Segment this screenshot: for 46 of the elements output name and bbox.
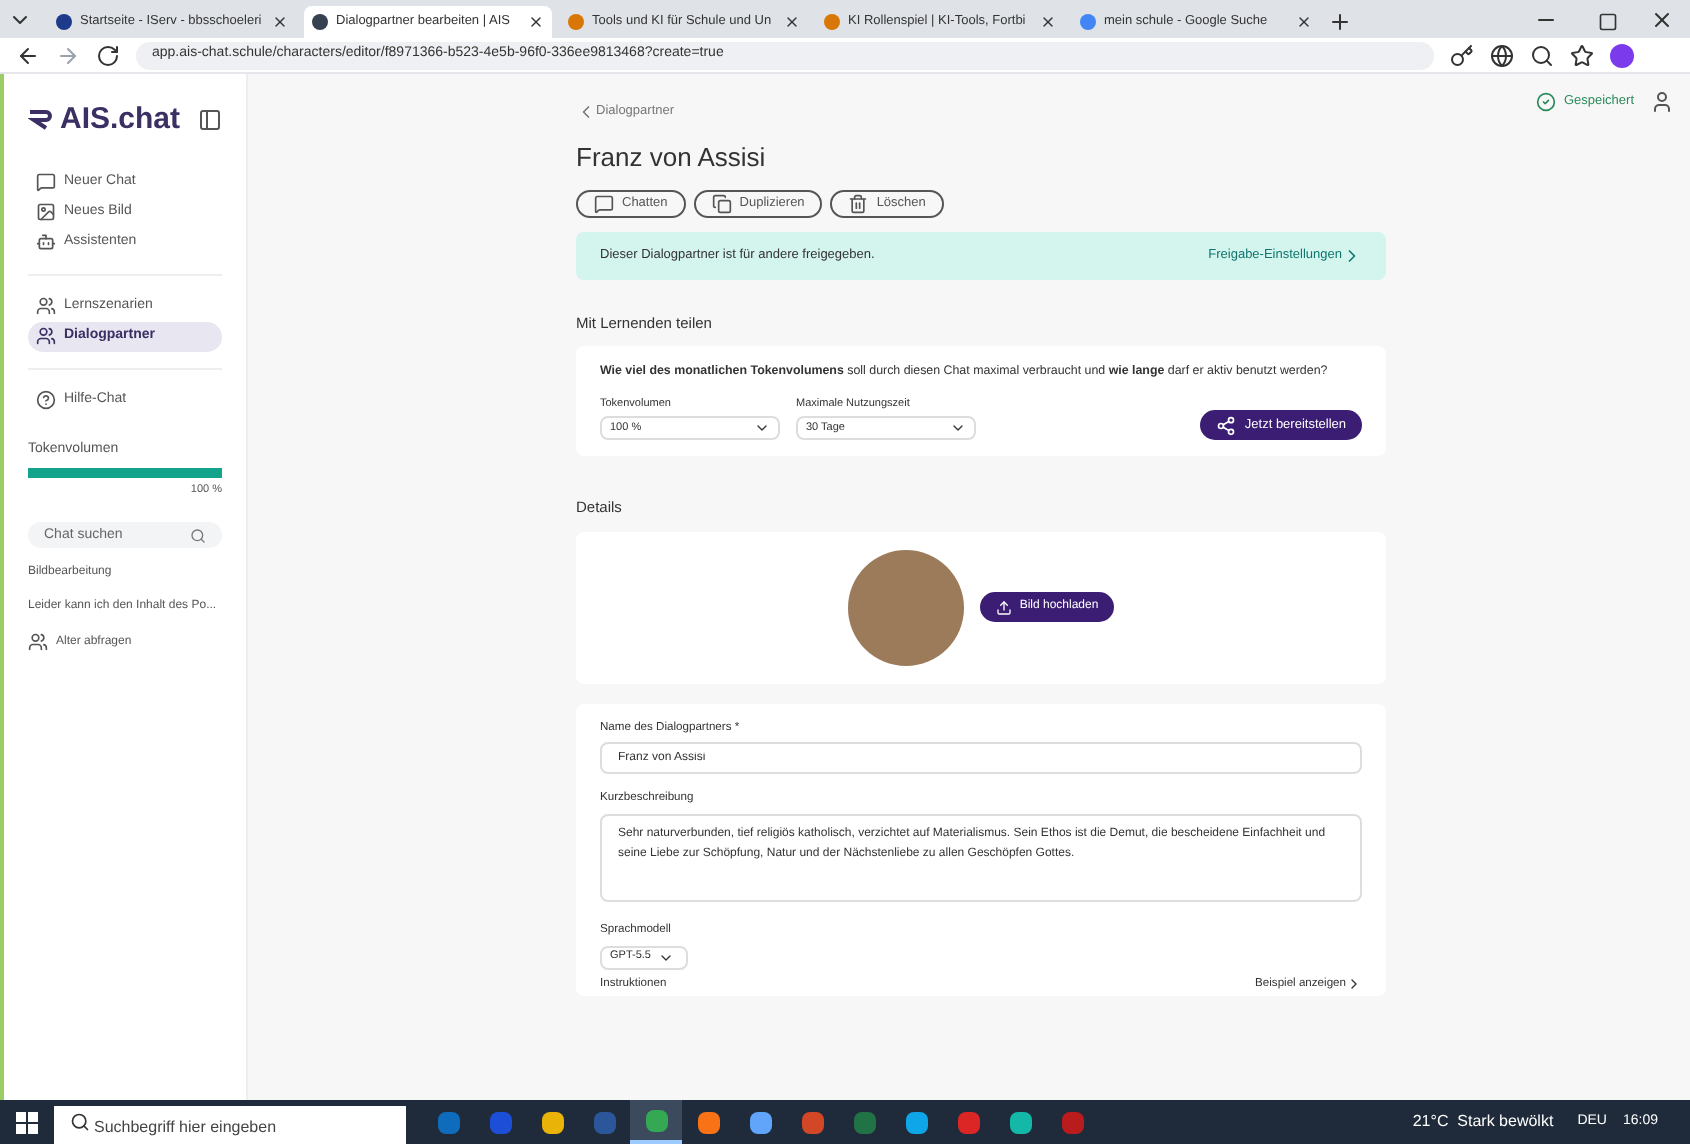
search-icon: [70, 1112, 90, 1132]
windows-start-icon[interactable]: [16, 1111, 38, 1133]
trash-icon: [848, 193, 869, 213]
robot-icon: [36, 232, 56, 252]
close-icon[interactable]: [1296, 14, 1312, 30]
close-icon[interactable]: [528, 14, 544, 30]
sidebar-toggle-icon[interactable]: [198, 108, 222, 133]
close-icon[interactable]: [272, 14, 288, 30]
key-icon[interactable]: [1450, 43, 1474, 67]
people-icon: [36, 296, 56, 316]
logo-icon: [28, 110, 52, 131]
search-icon: [190, 527, 206, 544]
profile-avatar[interactable]: [1610, 43, 1634, 67]
chat-bubble-icon: [36, 172, 56, 192]
weather-text[interactable]: 21°C Stark bewölkt: [1412, 1110, 1554, 1134]
user-icon[interactable]: [1650, 90, 1674, 114]
close-icon[interactable]: [1650, 8, 1674, 32]
people-icon: [36, 326, 56, 346]
copy-icon: [711, 193, 732, 213]
upload-icon: [995, 599, 1012, 616]
bookmark-icon[interactable]: [1570, 43, 1594, 67]
share-icon: [1216, 415, 1237, 436]
tab-favicon-icon: [312, 14, 328, 30]
tab-favicon-icon: [56, 14, 72, 30]
close-icon[interactable]: [1040, 14, 1056, 30]
close-icon[interactable]: [784, 14, 800, 30]
page-title: Franz von Assisi: [576, 140, 768, 176]
tab-favicon-icon: [568, 14, 584, 30]
brand-name: AIS.chat: [60, 100, 181, 140]
check-circle-icon: [1535, 92, 1556, 112]
forward-icon[interactable]: [56, 43, 80, 67]
zoom-icon[interactable]: [1530, 43, 1554, 67]
globe-icon[interactable]: [1490, 43, 1514, 67]
chat-bubble-icon: [594, 193, 614, 213]
back-icon[interactable]: [16, 43, 40, 67]
chevron-right-icon: [1346, 975, 1362, 992]
image-icon: [36, 202, 56, 222]
new-tab-icon[interactable]: [1328, 10, 1352, 34]
taskbar-app[interactable]: [630, 1100, 682, 1144]
help-icon: [36, 390, 56, 410]
people-icon: [28, 632, 48, 653]
tab-favicon-icon: [824, 14, 840, 30]
maximize-icon[interactable]: [1598, 12, 1618, 32]
reload-icon[interactable]: [96, 43, 120, 67]
taskbar-search-field[interactable]: Suchbegriff hier eingeben: [54, 1105, 406, 1144]
tab-favicon-icon: [1080, 14, 1096, 30]
